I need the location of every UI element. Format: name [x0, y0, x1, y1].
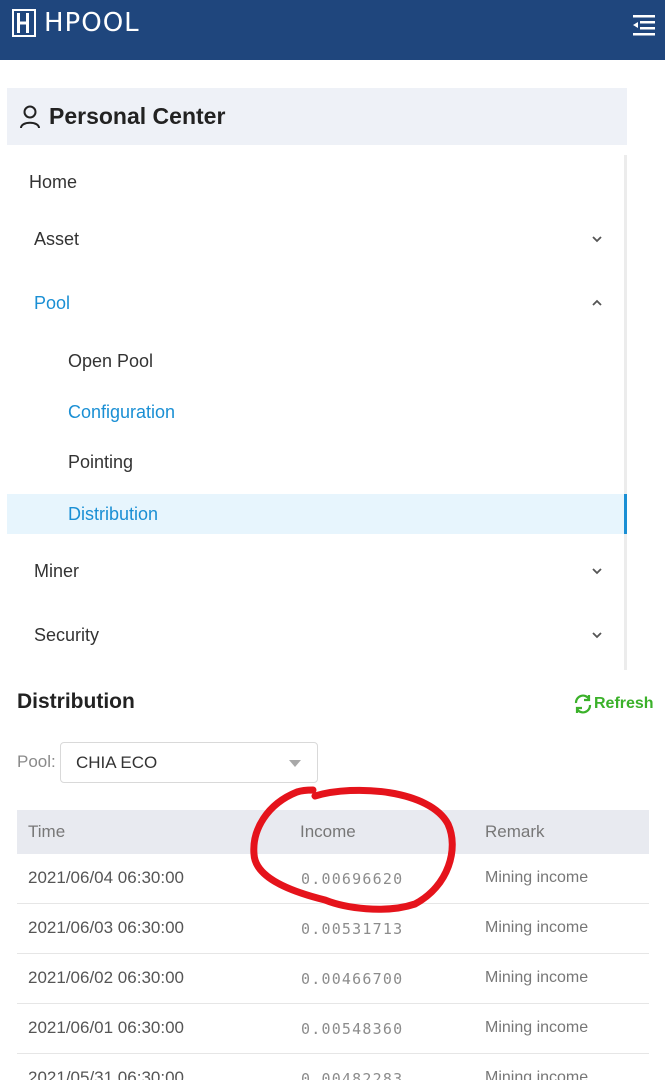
hpool-logo-icon [12, 9, 36, 37]
table-row: 2021/06/03 06:30:00 0.00531713 Mining in… [17, 904, 649, 954]
menu-item-home[interactable]: Home [7, 162, 625, 202]
chevron-down-icon [592, 568, 602, 575]
brand-name: HPOOL [44, 8, 140, 38]
column-header-time: Time [28, 822, 66, 841]
submenu-item-label: Open Pool [68, 350, 154, 371]
cell-remark: Mining income [485, 969, 589, 986]
table-row: 2021/06/02 06:30:00 0.00466700 Mining in… [17, 954, 649, 1004]
submenu-item-distribution[interactable]: Distribution [7, 494, 627, 534]
refresh-icon [574, 694, 592, 714]
cell-time: 2021/06/02 06:30:00 [28, 968, 184, 987]
chevron-down-icon [592, 632, 602, 639]
table-header: Time Income Remark [17, 810, 649, 854]
cell-income: 0.00696620 [301, 870, 404, 888]
section-title: Distribution [17, 690, 135, 713]
brand-logo[interactable]: HPOOL [12, 8, 140, 38]
cell-remark: Mining income [485, 919, 589, 936]
menu-item-miner[interactable]: Miner [7, 551, 625, 591]
table-row: 2021/06/04 06:30:00 0.00696620 Mining in… [17, 854, 649, 904]
cell-income: 0.00548360 [301, 1020, 404, 1038]
menu-item-label: Home [29, 171, 78, 192]
refresh-label: Refresh [594, 695, 654, 712]
personal-center-header: Personal Center [7, 88, 627, 145]
menu-item-asset[interactable]: Asset [7, 219, 625, 259]
table-row: 2021/06/01 06:30:00 0.00548360 Mining in… [17, 1004, 649, 1054]
refresh-button[interactable]: Refresh [572, 693, 654, 715]
cell-income: 0.00466700 [301, 970, 404, 988]
column-header-income: Income [300, 822, 356, 841]
submenu-item-label: Distribution [68, 503, 159, 524]
user-icon [20, 105, 40, 128]
cell-time: 2021/06/01 06:30:00 [28, 1018, 184, 1037]
menu-item-label: Asset [34, 228, 80, 249]
submenu-item-pointing[interactable]: Pointing [7, 442, 625, 482]
dropdown-arrow-icon [289, 760, 301, 767]
cell-income: 0.00531713 [301, 920, 404, 938]
table-row: 2021/05/31 06:30:00 0.00482283 Mining in… [17, 1054, 649, 1080]
menu-item-security[interactable]: Security [7, 615, 625, 655]
cell-time: 2021/06/04 06:30:00 [28, 868, 184, 887]
top-nav-bar: HPOOL [0, 0, 665, 60]
cell-remark: Mining income [485, 869, 589, 886]
pool-select-value: CHIA ECO [76, 753, 158, 772]
cell-remark: Mining income [485, 1069, 589, 1080]
cell-income: 0.00482283 [301, 1070, 404, 1080]
menu-item-label: Security [34, 624, 100, 645]
cell-time: 2021/06/03 06:30:00 [28, 918, 184, 937]
submenu-item-open-pool[interactable]: Open Pool [7, 341, 625, 381]
cell-remark: Mining income [485, 1019, 589, 1036]
column-header-remark: Remark [485, 822, 545, 841]
chevron-down-icon [592, 236, 602, 243]
menu-item-pool[interactable]: Pool [7, 283, 625, 323]
menu-item-label: Pool [34, 292, 71, 313]
chevron-up-icon [592, 299, 602, 306]
pool-filter-label: Pool: [17, 752, 56, 771]
cell-time: 2021/05/31 06:30:00 [28, 1068, 184, 1080]
submenu-item-label: Configuration [68, 401, 176, 422]
submenu-item-configuration[interactable]: Configuration [7, 392, 625, 432]
menu-toggle-icon[interactable] [631, 12, 657, 38]
menu-item-label: Miner [34, 560, 80, 581]
submenu-item-label: Pointing [68, 451, 134, 472]
pool-select[interactable]: CHIA ECO [60, 742, 318, 783]
page-title: Personal Center [49, 103, 226, 129]
